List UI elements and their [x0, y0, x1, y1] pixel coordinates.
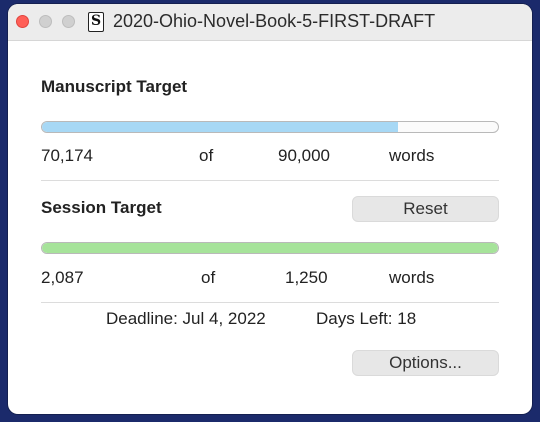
- scrivener-document-icon: S: [88, 12, 104, 32]
- manuscript-progress-bar: [41, 121, 499, 133]
- section-divider: [41, 180, 499, 181]
- section-divider: [41, 302, 499, 303]
- days-left-label: Days Left: 18: [316, 309, 417, 328]
- session-of-label: of: [201, 268, 216, 287]
- minimize-window-button[interactable]: [39, 15, 52, 28]
- session-target-heading: Session Target: [41, 198, 162, 217]
- session-progress-fill: [42, 243, 498, 253]
- zoom-window-button[interactable]: [62, 15, 75, 28]
- options-button[interactable]: Options...: [352, 350, 499, 376]
- session-progress-bar: [41, 242, 499, 254]
- manuscript-target-count[interactable]: 90,000: [278, 146, 330, 166]
- manuscript-unit-label: words: [389, 146, 435, 165]
- project-targets-window: S 2020-Ohio-Novel-Book-5-FIRST-DRAFT Man…: [8, 4, 532, 414]
- close-window-button[interactable]: [16, 15, 29, 28]
- manuscript-progress-fill: [42, 122, 398, 132]
- manuscript-of-label: of: [199, 146, 214, 165]
- manuscript-current-count: 70,174: [41, 146, 93, 165]
- reset-button[interactable]: Reset: [352, 196, 499, 222]
- title-bar[interactable]: S 2020-Ohio-Novel-Book-5-FIRST-DRAFT: [8, 4, 532, 41]
- deadline-label: Deadline: Jul 4, 2022: [106, 309, 266, 328]
- manuscript-target-heading: Manuscript Target: [41, 77, 188, 96]
- session-current-count: 2,087: [41, 268, 84, 287]
- session-unit-label: words: [389, 268, 435, 287]
- session-target-count[interactable]: 1,250: [285, 268, 328, 288]
- window-title: 2020-Ohio-Novel-Book-5-FIRST-DRAFT: [113, 11, 436, 31]
